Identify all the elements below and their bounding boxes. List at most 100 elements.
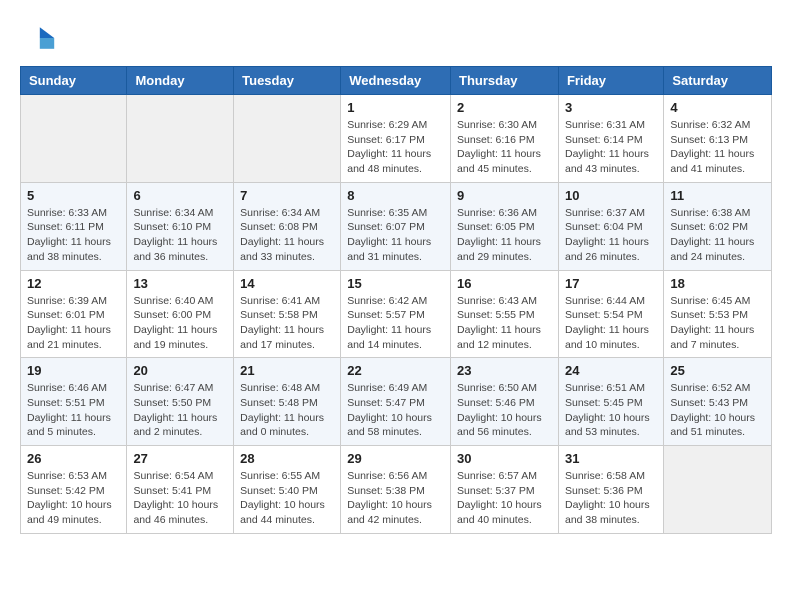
calendar-weekday-sunday: Sunday bbox=[21, 67, 127, 95]
day-content: Sunrise: 6:34 AM Sunset: 6:08 PM Dayligh… bbox=[240, 206, 334, 265]
day-content: Sunrise: 6:41 AM Sunset: 5:58 PM Dayligh… bbox=[240, 294, 334, 353]
calendar-cell: 28 Sunrise: 6:55 AM Sunset: 5:40 PM Dayli… bbox=[234, 446, 341, 534]
day-content: Sunrise: 6:37 AM Sunset: 6:04 PM Dayligh… bbox=[565, 206, 657, 265]
day-number: 5 bbox=[27, 188, 120, 203]
calendar-cell: 4 Sunrise: 6:32 AM Sunset: 6:13 PM Daylig… bbox=[664, 95, 772, 183]
calendar-cell bbox=[664, 446, 772, 534]
day-content: Sunrise: 6:31 AM Sunset: 6:14 PM Dayligh… bbox=[565, 118, 657, 177]
day-content: Sunrise: 6:49 AM Sunset: 5:47 PM Dayligh… bbox=[347, 381, 444, 440]
calendar-cell: 8 Sunrise: 6:35 AM Sunset: 6:07 PM Daylig… bbox=[341, 182, 451, 270]
day-number: 21 bbox=[240, 363, 334, 378]
calendar-cell: 20Sunrise: 6:47 AM Sunset: 5:50 PM Dayli… bbox=[127, 358, 234, 446]
day-content: Sunrise: 6:58 AM Sunset: 5:36 PM Dayligh… bbox=[565, 469, 657, 528]
day-content: Sunrise: 6:34 AM Sunset: 6:10 PM Dayligh… bbox=[133, 206, 227, 265]
calendar-week-row: 5 Sunrise: 6:33 AM Sunset: 6:11 PM Daylig… bbox=[21, 182, 772, 270]
day-content: Sunrise: 6:29 AM Sunset: 6:17 PM Dayligh… bbox=[347, 118, 444, 177]
calendar-header-row: SundayMondayTuesdayWednesdayThursdayFrid… bbox=[21, 67, 772, 95]
day-number: 6 bbox=[133, 188, 227, 203]
day-content: Sunrise: 6:54 AM Sunset: 5:41 PM Dayligh… bbox=[133, 469, 227, 528]
day-content: Sunrise: 6:39 AM Sunset: 6:01 PM Dayligh… bbox=[27, 294, 120, 353]
calendar-cell: 3Sunrise: 6:31 AM Sunset: 6:14 PM Daylig… bbox=[558, 95, 663, 183]
calendar-weekday-monday: Monday bbox=[127, 67, 234, 95]
calendar-weekday-thursday: Thursday bbox=[451, 67, 559, 95]
calendar-cell: 26Sunrise: 6:53 AM Sunset: 5:42 PM Dayli… bbox=[21, 446, 127, 534]
page-header bbox=[20, 20, 772, 56]
calendar-week-row: 19 Sunrise: 6:46 AM Sunset: 5:51 PM Dayli… bbox=[21, 358, 772, 446]
calendar-weekday-wednesday: Wednesday bbox=[341, 67, 451, 95]
day-content: Sunrise: 6:38 AM Sunset: 6:02 PM Dayligh… bbox=[670, 206, 765, 265]
day-content: Sunrise: 6:44 AM Sunset: 5:54 PM Dayligh… bbox=[565, 294, 657, 353]
calendar-cell: 6 Sunrise: 6:34 AM Sunset: 6:10 PM Daylig… bbox=[127, 182, 234, 270]
calendar-cell: 1 Sunrise: 6:29 AM Sunset: 6:17 PM Daylig… bbox=[341, 95, 451, 183]
day-content: Sunrise: 6:55 AM Sunset: 5:40 PM Dayligh… bbox=[240, 469, 334, 528]
day-content: Sunrise: 6:33 AM Sunset: 6:11 PM Dayligh… bbox=[27, 206, 120, 265]
calendar-cell bbox=[21, 95, 127, 183]
day-content: Sunrise: 6:30 AM Sunset: 6:16 PM Dayligh… bbox=[457, 118, 552, 177]
calendar-cell: 7Sunrise: 6:34 AM Sunset: 6:08 PM Daylig… bbox=[234, 182, 341, 270]
day-number: 10 bbox=[565, 188, 657, 203]
day-number: 22 bbox=[347, 363, 444, 378]
day-content: Sunrise: 6:46 AM Sunset: 5:51 PM Dayligh… bbox=[27, 381, 120, 440]
calendar-cell: 31 Sunrise: 6:58 AM Sunset: 5:36 PM Dayli… bbox=[558, 446, 663, 534]
calendar-weekday-tuesday: Tuesday bbox=[234, 67, 341, 95]
day-content: Sunrise: 6:52 AM Sunset: 5:43 PM Dayligh… bbox=[670, 381, 765, 440]
day-content: Sunrise: 6:53 AM Sunset: 5:42 PM Dayligh… bbox=[27, 469, 120, 528]
calendar-cell: 19 Sunrise: 6:46 AM Sunset: 5:51 PM Dayli… bbox=[21, 358, 127, 446]
day-content: Sunrise: 6:56 AM Sunset: 5:38 PM Dayligh… bbox=[347, 469, 444, 528]
calendar-week-row: 26Sunrise: 6:53 AM Sunset: 5:42 PM Dayli… bbox=[21, 446, 772, 534]
day-number: 31 bbox=[565, 451, 657, 466]
day-number: 23 bbox=[457, 363, 552, 378]
day-number: 19 bbox=[27, 363, 120, 378]
day-number: 11 bbox=[670, 188, 765, 203]
calendar-cell: 22 Sunrise: 6:49 AM Sunset: 5:47 PM Dayli… bbox=[341, 358, 451, 446]
calendar-cell: 24Sunrise: 6:51 AM Sunset: 5:45 PM Dayli… bbox=[558, 358, 663, 446]
calendar-weekday-saturday: Saturday bbox=[664, 67, 772, 95]
day-number: 8 bbox=[347, 188, 444, 203]
day-content: Sunrise: 6:45 AM Sunset: 5:53 PM Dayligh… bbox=[670, 294, 765, 353]
day-number: 30 bbox=[457, 451, 552, 466]
day-content: Sunrise: 6:48 AM Sunset: 5:48 PM Dayligh… bbox=[240, 381, 334, 440]
calendar-cell: 16 Sunrise: 6:43 AM Sunset: 5:55 PM Dayli… bbox=[451, 270, 559, 358]
day-number: 28 bbox=[240, 451, 334, 466]
day-content: Sunrise: 6:43 AM Sunset: 5:55 PM Dayligh… bbox=[457, 294, 552, 353]
calendar-cell: 27 Sunrise: 6:54 AM Sunset: 5:41 PM Dayli… bbox=[127, 446, 234, 534]
calendar-cell: 12 Sunrise: 6:39 AM Sunset: 6:01 PM Dayli… bbox=[21, 270, 127, 358]
calendar-cell: 11 Sunrise: 6:38 AM Sunset: 6:02 PM Dayli… bbox=[664, 182, 772, 270]
calendar-weekday-friday: Friday bbox=[558, 67, 663, 95]
calendar-cell: 30 Sunrise: 6:57 AM Sunset: 5:37 PM Dayli… bbox=[451, 446, 559, 534]
calendar-week-row: 1 Sunrise: 6:29 AM Sunset: 6:17 PM Daylig… bbox=[21, 95, 772, 183]
calendar-cell: 25 Sunrise: 6:52 AM Sunset: 5:43 PM Dayli… bbox=[664, 358, 772, 446]
day-number: 13 bbox=[133, 276, 227, 291]
day-number: 15 bbox=[347, 276, 444, 291]
day-number: 14 bbox=[240, 276, 334, 291]
day-content: Sunrise: 6:32 AM Sunset: 6:13 PM Dayligh… bbox=[670, 118, 765, 177]
day-number: 4 bbox=[670, 100, 765, 115]
day-number: 1 bbox=[347, 100, 444, 115]
calendar-cell: 29Sunrise: 6:56 AM Sunset: 5:38 PM Dayli… bbox=[341, 446, 451, 534]
day-content: Sunrise: 6:50 AM Sunset: 5:46 PM Dayligh… bbox=[457, 381, 552, 440]
calendar-cell: 9 Sunrise: 6:36 AM Sunset: 6:05 PM Daylig… bbox=[451, 182, 559, 270]
day-content: Sunrise: 6:51 AM Sunset: 5:45 PM Dayligh… bbox=[565, 381, 657, 440]
calendar-cell: 17Sunrise: 6:44 AM Sunset: 5:54 PM Dayli… bbox=[558, 270, 663, 358]
day-number: 9 bbox=[457, 188, 552, 203]
calendar-week-row: 12 Sunrise: 6:39 AM Sunset: 6:01 PM Dayli… bbox=[21, 270, 772, 358]
calendar-cell: 10 Sunrise: 6:37 AM Sunset: 6:04 PM Dayli… bbox=[558, 182, 663, 270]
logo bbox=[20, 20, 60, 56]
day-number: 25 bbox=[670, 363, 765, 378]
day-content: Sunrise: 6:36 AM Sunset: 6:05 PM Dayligh… bbox=[457, 206, 552, 265]
calendar-cell: 14 Sunrise: 6:41 AM Sunset: 5:58 PM Dayli… bbox=[234, 270, 341, 358]
day-content: Sunrise: 6:35 AM Sunset: 6:07 PM Dayligh… bbox=[347, 206, 444, 265]
day-content: Sunrise: 6:42 AM Sunset: 5:57 PM Dayligh… bbox=[347, 294, 444, 353]
day-number: 20 bbox=[133, 363, 227, 378]
calendar-cell: 15 Sunrise: 6:42 AM Sunset: 5:57 PM Dayli… bbox=[341, 270, 451, 358]
day-number: 27 bbox=[133, 451, 227, 466]
day-number: 18 bbox=[670, 276, 765, 291]
day-number: 12 bbox=[27, 276, 120, 291]
calendar-cell: 5 Sunrise: 6:33 AM Sunset: 6:11 PM Daylig… bbox=[21, 182, 127, 270]
day-content: Sunrise: 6:57 AM Sunset: 5:37 PM Dayligh… bbox=[457, 469, 552, 528]
calendar-cell bbox=[127, 95, 234, 183]
day-number: 2 bbox=[457, 100, 552, 115]
calendar-cell: 21 Sunrise: 6:48 AM Sunset: 5:48 PM Dayli… bbox=[234, 358, 341, 446]
calendar-cell: 13Sunrise: 6:40 AM Sunset: 6:00 PM Dayli… bbox=[127, 270, 234, 358]
day-number: 16 bbox=[457, 276, 552, 291]
